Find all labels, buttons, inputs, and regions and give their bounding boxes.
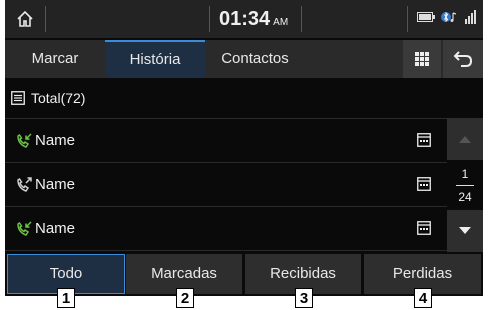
triangle-down-icon bbox=[459, 227, 471, 234]
clock-ampm: AM bbox=[273, 17, 289, 28]
details-icon[interactable] bbox=[417, 177, 431, 191]
divider bbox=[45, 6, 46, 32]
contact-name: Name bbox=[35, 176, 76, 193]
list-icon bbox=[11, 91, 25, 105]
status-bar: 01:34 AM bbox=[5, 0, 483, 38]
call-row[interactable]: Name bbox=[5, 163, 447, 207]
call-row[interactable]: Name bbox=[5, 119, 447, 163]
home-button[interactable] bbox=[5, 0, 45, 38]
battery-icon bbox=[417, 12, 435, 22]
tab-historia[interactable]: História bbox=[105, 40, 205, 78]
tab-contactos[interactable]: Contactos bbox=[205, 40, 305, 78]
filter-tab-bar: Todo Marcadas Recibidas Perdidas bbox=[5, 254, 483, 296]
contact-name: Name bbox=[35, 132, 76, 149]
total-header: Total(72) bbox=[5, 78, 483, 118]
grid-icon bbox=[415, 52, 429, 66]
status-icons bbox=[417, 10, 477, 24]
page-indicator: 1 24 bbox=[447, 162, 483, 208]
page-current: 1 bbox=[461, 167, 469, 181]
contact-name: Name bbox=[35, 220, 76, 237]
callout-label: 4 bbox=[414, 288, 432, 308]
clock-time: 01:34 bbox=[219, 8, 271, 30]
callout-label: 1 bbox=[57, 288, 75, 308]
pager: 1 24 bbox=[447, 118, 483, 252]
callout-label: 2 bbox=[176, 288, 194, 308]
divider bbox=[407, 6, 408, 32]
scroll-up-button[interactable] bbox=[447, 118, 483, 160]
home-icon bbox=[17, 10, 33, 27]
details-icon[interactable] bbox=[417, 221, 431, 235]
callout-label: 3 bbox=[295, 288, 313, 308]
incoming-call-icon bbox=[17, 221, 32, 236]
page-total: 24 bbox=[458, 190, 472, 204]
infotainment-screen: 01:34 AM Marcar História Contactos Total… bbox=[5, 0, 483, 296]
back-button[interactable] bbox=[443, 40, 483, 78]
tab-marcar[interactable]: Marcar bbox=[5, 40, 105, 78]
phone-tab-bar: Marcar História Contactos bbox=[5, 40, 483, 78]
incoming-call-icon bbox=[17, 133, 32, 148]
total-count: Total(72) bbox=[31, 90, 86, 106]
clock: 01:34 AM bbox=[219, 6, 288, 32]
triangle-up-icon bbox=[459, 136, 471, 143]
signal-icon bbox=[465, 10, 476, 24]
outgoing-call-icon bbox=[17, 177, 32, 192]
scroll-down-button[interactable] bbox=[447, 210, 483, 252]
divider bbox=[301, 6, 302, 32]
back-arrow-icon bbox=[453, 51, 473, 67]
divider bbox=[209, 6, 210, 32]
keypad-button[interactable] bbox=[403, 40, 441, 78]
bluetooth-audio-icon bbox=[441, 11, 457, 23]
details-icon[interactable] bbox=[417, 133, 431, 147]
divider bbox=[456, 185, 474, 186]
call-row[interactable]: Name bbox=[5, 207, 447, 251]
